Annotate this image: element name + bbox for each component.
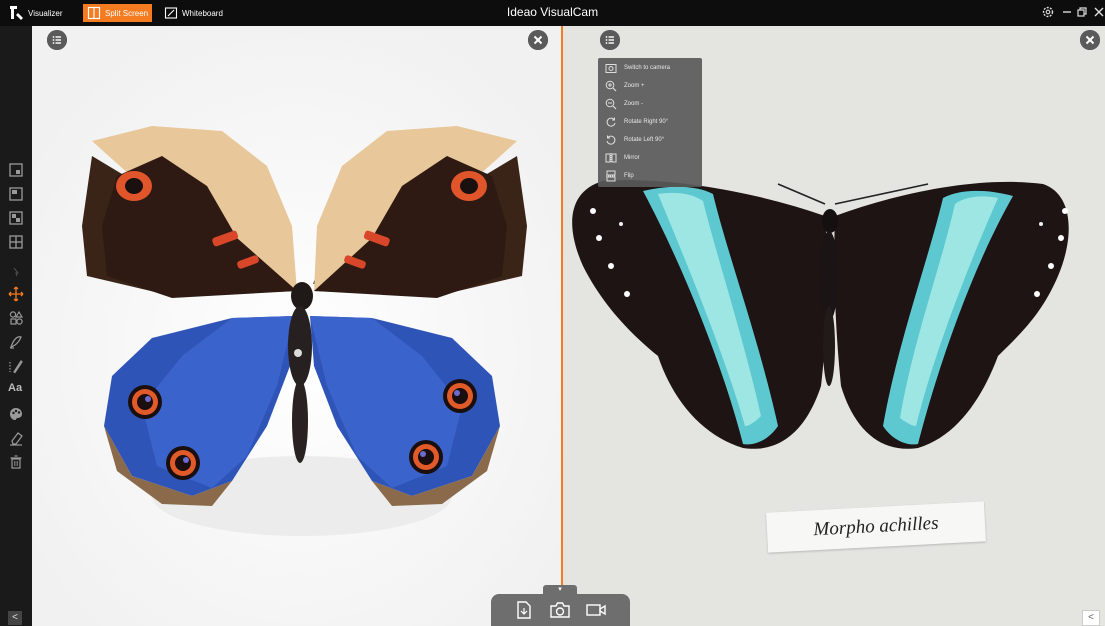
buckeye-butterfly-image — [32, 26, 561, 626]
right-panel-close-button[interactable] — [1080, 30, 1100, 50]
rotate-left-icon — [605, 134, 617, 146]
menu-item-rotate-right[interactable]: Rotate Right 90° — [598, 114, 702, 130]
mirror-icon — [605, 152, 617, 164]
settings-icon[interactable] — [1041, 5, 1055, 19]
zoom-in-icon — [605, 80, 617, 92]
close-circle-icon — [1080, 30, 1100, 50]
camera-switch-icon — [605, 62, 617, 74]
mode-whiteboard[interactable]: Whiteboard — [160, 4, 227, 22]
single-view-icon[interactable] — [8, 162, 24, 178]
minimize-icon[interactable] — [1060, 5, 1074, 19]
title-bar: Visualizer Split Screen Whiteboard Ideao… — [0, 0, 1105, 26]
menu-item-label: Flip — [624, 173, 634, 179]
rotate-right-icon — [605, 116, 617, 128]
list-menu-icon — [47, 30, 67, 50]
shapes-icon[interactable] — [8, 310, 24, 326]
menu-item-label: Zoom + — [624, 83, 645, 89]
camera-options-menu: Switch to camera Zoom + Zoom - Rotate Ri… — [598, 58, 702, 187]
dual-view-icon[interactable] — [8, 186, 24, 202]
collapse-right-button[interactable]: < — [1082, 610, 1100, 626]
restore-icon[interactable] — [1075, 5, 1089, 19]
grid-view-icon[interactable] — [8, 234, 24, 250]
right-panel-menu-button[interactable] — [600, 30, 620, 50]
zoom-out-icon — [605, 98, 617, 110]
quad-view-icon[interactable] — [8, 210, 24, 226]
menu-item-label: Mirror — [624, 155, 640, 161]
menu-item-label: Rotate Left 90° — [624, 137, 665, 143]
cursor-icon[interactable] — [8, 264, 24, 280]
close-circle-icon — [528, 30, 548, 50]
text-icon[interactable]: Aa — [8, 382, 30, 398]
split-screen-icon — [87, 6, 101, 20]
menu-item-label: Switch to camera — [624, 65, 671, 71]
menu-item-label: Rotate Right 90° — [624, 119, 669, 125]
menu-item-label: Zoom - — [624, 101, 644, 107]
capture-photo-icon[interactable] — [549, 600, 571, 620]
menu-item-switch-camera[interactable]: Switch to camera — [598, 60, 702, 76]
left-toolbar: Aa — [0, 26, 32, 626]
collapse-toolbar-button[interactable]: < — [8, 611, 22, 625]
mode-visualizer-label: Visualizer — [28, 8, 63, 18]
move-icon[interactable] — [8, 286, 24, 302]
mode-split-screen-label: Split Screen — [105, 8, 149, 18]
whiteboard-icon — [164, 7, 178, 19]
left-panel-close-button[interactable] — [528, 30, 548, 50]
import-document-icon[interactable] — [514, 600, 536, 620]
close-icon[interactable] — [1092, 5, 1105, 19]
menu-item-flip[interactable]: Flip — [598, 168, 702, 184]
menu-item-mirror[interactable]: Mirror — [598, 150, 702, 166]
mode-split-screen[interactable]: Split Screen — [83, 4, 153, 22]
list-menu-icon — [600, 30, 620, 50]
menu-item-zoom-in[interactable]: Zoom + — [598, 78, 702, 94]
record-video-icon[interactable] — [585, 600, 607, 620]
left-panel-menu-button[interactable] — [47, 30, 67, 50]
menu-item-zoom-out[interactable]: Zoom - — [598, 96, 702, 112]
ideao-logo-icon — [10, 6, 23, 20]
left-camera-panel[interactable] — [32, 26, 561, 626]
mode-whiteboard-label: Whiteboard — [182, 8, 223, 18]
eraser-icon[interactable] — [8, 430, 24, 446]
color-palette-icon[interactable] — [8, 406, 24, 422]
pen-icon[interactable] — [8, 358, 24, 374]
highlighter-icon[interactable] — [8, 334, 24, 350]
trash-icon[interactable] — [8, 454, 24, 470]
flip-icon — [605, 170, 617, 182]
mode-visualizer[interactable]: Visualizer — [24, 4, 67, 22]
menu-item-rotate-left[interactable]: Rotate Left 90° — [598, 132, 702, 148]
